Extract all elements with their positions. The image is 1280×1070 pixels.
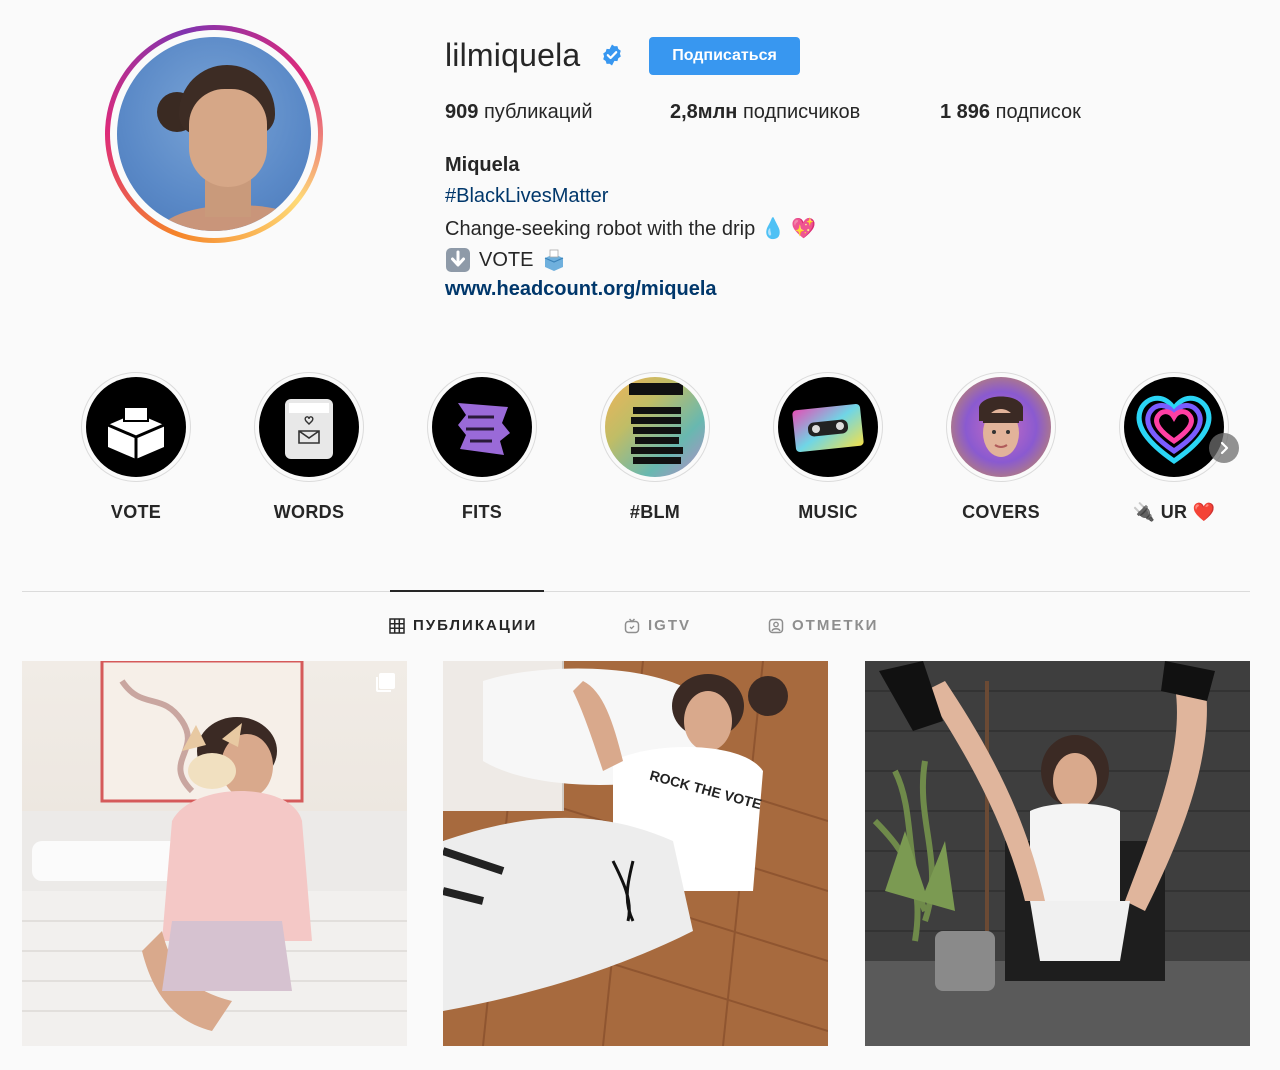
bio-full-name: Miquela	[445, 154, 520, 176]
tab-label: ПУБЛИКАЦИИ	[413, 617, 538, 634]
post-image	[22, 661, 407, 1046]
post-image: ROCK THE VOTE	[443, 661, 828, 1046]
post-image	[865, 661, 1250, 1046]
chevron-right-icon	[1220, 441, 1229, 455]
following-label: подписок	[995, 101, 1081, 123]
tab-label: IGTV	[648, 617, 692, 634]
profile-page: lilmiquela Подписаться 909 публикаций 2,…	[0, 0, 1280, 1070]
post-thumbnail[interactable]	[865, 661, 1250, 1046]
tagged-icon	[768, 618, 784, 633]
highlight-label: #BLM	[629, 502, 681, 522]
profile-avatar[interactable]	[105, 25, 323, 243]
highlight-words[interactable]: WORDS	[249, 372, 369, 523]
confessions-card-icon	[285, 399, 333, 459]
blm-list-icon	[629, 383, 683, 464]
tab-igtv[interactable]: IGTV	[624, 617, 691, 634]
verified-badge-icon	[603, 44, 621, 66]
grid-icon	[389, 617, 405, 634]
highlight-covers[interactable]: COVERS	[941, 372, 1061, 523]
bio-description: Change-seeking robot with the drip 💧 💖	[445, 216, 816, 241]
highlight-label: VOTE	[110, 502, 162, 522]
follow-button[interactable]: Подписаться	[649, 37, 800, 75]
followers-stat[interactable]: 2,8млн подписчиков	[670, 101, 860, 124]
posts-count: 909	[445, 101, 479, 123]
bio-external-link[interactable]: www.headcount.org/miquela	[445, 278, 717, 301]
cover-face-icon	[979, 396, 1023, 457]
highlight-music[interactable]: MUSIC	[768, 372, 888, 523]
bio-emojis: 💧 💖	[760, 218, 817, 240]
bio-description-text: Change-seeking robot with the drip	[445, 218, 756, 240]
neon-heart-icon	[1136, 395, 1212, 465]
following-stat[interactable]: 1 896 подписок	[940, 101, 1081, 124]
cassette-icon	[792, 403, 864, 453]
highlights-next-button[interactable]	[1209, 433, 1239, 463]
posts-stat[interactable]: 909 публикаций	[445, 101, 593, 124]
post-thumbnail[interactable]: ROCK THE VOTE	[443, 661, 828, 1046]
carousel-multi-icon	[376, 673, 395, 692]
post-thumbnail[interactable]	[22, 661, 407, 1046]
highlight-label: WORDS	[273, 502, 345, 522]
followers-label: подписчиков	[742, 101, 861, 123]
avatar-photo	[117, 37, 311, 231]
bio-hashtag-link[interactable]: #BlackLivesMatter	[445, 185, 608, 208]
highlight-fits[interactable]: FITS	[422, 372, 542, 523]
followers-count: 2,8млн	[670, 101, 738, 123]
tab-tagged[interactable]: ОТМЕТКИ	[768, 617, 878, 634]
fits-sticker-icon	[458, 403, 510, 455]
active-tab-indicator	[390, 590, 544, 592]
following-count: 1 896	[940, 101, 991, 123]
red-heart-emoji-icon: ❤️	[1192, 502, 1216, 522]
highlight-label: COVERS	[962, 502, 1040, 522]
username: lilmiquela	[445, 37, 581, 73]
tabs-divider	[22, 591, 1250, 592]
down-arrow-emoji-icon	[446, 248, 470, 272]
highlight-blm[interactable]: #BLM	[595, 372, 715, 523]
igtv-icon	[624, 617, 640, 633]
posts-label: публикаций	[483, 101, 593, 123]
ballot-box-emoji-icon	[545, 249, 564, 271]
bio-vote-text: VOTE	[479, 248, 534, 271]
highlight-label: 🔌 UR ❤️	[1132, 502, 1216, 522]
bio-vote-line: VOTE	[445, 247, 567, 273]
tab-label: ОТМЕТКИ	[792, 617, 879, 634]
plug-emoji-icon: 🔌	[1132, 502, 1156, 522]
highlight-label: FITS	[461, 502, 503, 522]
ballot-box-icon	[107, 406, 165, 459]
tab-posts[interactable]: ПУБЛИКАЦИИ	[389, 617, 537, 634]
highlight-label: MUSIC	[798, 502, 858, 522]
highlight-vote[interactable]: VOTE	[76, 372, 196, 523]
